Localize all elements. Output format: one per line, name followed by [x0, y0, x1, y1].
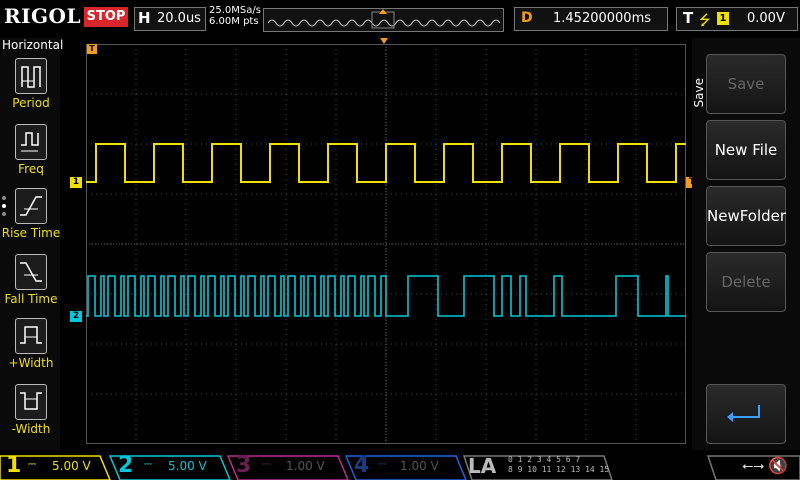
negative-width-icon	[15, 384, 47, 420]
measure-label: -Width	[11, 422, 51, 436]
la-label[interactable]: LA	[468, 454, 496, 478]
trigger-offset-marker[interactable]: T	[87, 44, 97, 54]
speaker-muted-icon[interactable]: 🔇	[768, 456, 788, 475]
channel-4-scale: 1.00 V	[400, 459, 439, 473]
ch1-waveform	[86, 143, 686, 183]
measure-panel: Horizontal Period Freq Rise Time Fall Ti…	[0, 38, 64, 450]
timebase-value: 20.0us	[157, 11, 201, 26]
ch2-offset-marker[interactable]: 2	[70, 311, 82, 322]
graticule	[86, 44, 686, 444]
channel-bar: 1 ⎓ 5.00 V 2 ⎓ 5.00 V 3 ⎓ 1.00 V 4 ⎓ 1.0…	[0, 452, 800, 480]
run-stop-indicator[interactable]: STOP	[84, 7, 128, 27]
trigger-box[interactable]: T ⭍ 1 0.00V	[676, 7, 798, 31]
ch1-offset-marker[interactable]: 1	[70, 177, 82, 188]
trigger-source-badge: 1	[717, 12, 729, 25]
save-menu: Save Save New File NewFolder Delete	[692, 38, 800, 450]
measure-label: +Width	[8, 356, 54, 370]
delete-button[interactable]: Delete	[706, 252, 786, 312]
status-bar: RIGOL STOP H 20.0us 25.0MSa/s 6.00M pts …	[0, 0, 800, 38]
measure-item-fall-time[interactable]: Fall Time	[0, 254, 62, 306]
la-channel-bits: 0 1 2 3 4 5 6 7 8 9 10 11 12 13 14 15	[508, 455, 609, 475]
measure-item-freq[interactable]: Freq	[0, 124, 62, 176]
timebase-label: H	[138, 9, 151, 27]
trigger-label: T	[683, 9, 694, 27]
period-icon	[15, 58, 47, 94]
new-file-button[interactable]: New File	[706, 120, 786, 180]
measure-item-rise-time[interactable]: Rise Time	[0, 188, 62, 240]
measure-item-negative-width[interactable]: -Width	[0, 384, 62, 436]
measure-item-positive-width[interactable]: +Width	[0, 318, 62, 370]
delay-label: D	[521, 10, 533, 26]
rising-edge-icon: ⭍	[699, 13, 711, 29]
channel-3-tab[interactable]: 3 ⎓ 1.00 V	[230, 452, 340, 480]
channel-2-scale: 5.00 V	[168, 459, 207, 473]
new-folder-button[interactable]: NewFolder	[706, 186, 786, 246]
freq-icon	[15, 124, 47, 160]
acquisition-info: 25.0MSa/s 6.00M pts	[209, 5, 261, 27]
return-button[interactable]	[706, 384, 786, 444]
channel-4-tab[interactable]: 4 ⎓ 1.00 V	[348, 452, 458, 480]
fall-time-icon	[15, 254, 47, 290]
la-bits-row-2: 8 9 10 11 12 13 14 15	[508, 465, 610, 474]
measure-label: Period	[12, 96, 50, 110]
trigger-time-marker[interactable]	[380, 38, 388, 44]
channel-3-scale: 1.00 V	[286, 459, 325, 473]
page-indicator	[2, 196, 6, 226]
timebase-box[interactable]: H 20.0us	[134, 7, 206, 31]
trigger-level: 0.00V	[747, 11, 785, 26]
rise-time-icon	[15, 188, 47, 224]
delay-value: 1.45200000ms	[553, 11, 652, 26]
la-bits-row-1: 0 1 2 3 4 5 6 7	[508, 455, 581, 464]
sample-rate: 25.0MSa/s	[209, 5, 261, 16]
channel-1-number: 1	[6, 453, 22, 478]
dc-coupling-icon: ⎓	[28, 459, 36, 470]
brand-logo: RIGOL	[4, 4, 82, 28]
channel-1-scale: 5.00 V	[52, 459, 91, 473]
channel-2-tab[interactable]: 2 ⎓ 5.00 V	[112, 452, 222, 480]
measure-label: Rise Time	[1, 226, 61, 240]
delay-box[interactable]: D 1.45200000ms	[514, 7, 668, 31]
dc-coupling-icon: ⎓	[378, 459, 386, 470]
dc-coupling-icon: ⎓	[144, 459, 152, 470]
channel-3-number: 3	[236, 453, 252, 478]
memory-depth: 6.00M pts	[209, 16, 259, 27]
dc-coupling-icon: ⎓	[262, 459, 270, 470]
channel-2-number: 2	[118, 453, 134, 478]
memory-overview-wave	[267, 9, 501, 29]
measure-panel-title: Horizontal	[2, 38, 64, 52]
measure-label: Freq	[18, 162, 44, 176]
save-button[interactable]: Save	[706, 54, 786, 114]
usb-icon: ⭠⭢	[742, 458, 765, 474]
waveform-display[interactable]	[86, 44, 686, 444]
positive-width-icon	[15, 318, 47, 354]
measure-label: Fall Time	[4, 292, 58, 306]
return-icon	[727, 405, 760, 422]
channel-1-tab[interactable]: 1 ⎓ 5.00 V	[0, 452, 110, 480]
memory-overview-bar[interactable]	[263, 8, 504, 32]
ch2-waveform	[86, 275, 686, 317]
measure-item-period[interactable]: Period	[0, 58, 62, 110]
channel-4-number: 4	[354, 453, 370, 478]
